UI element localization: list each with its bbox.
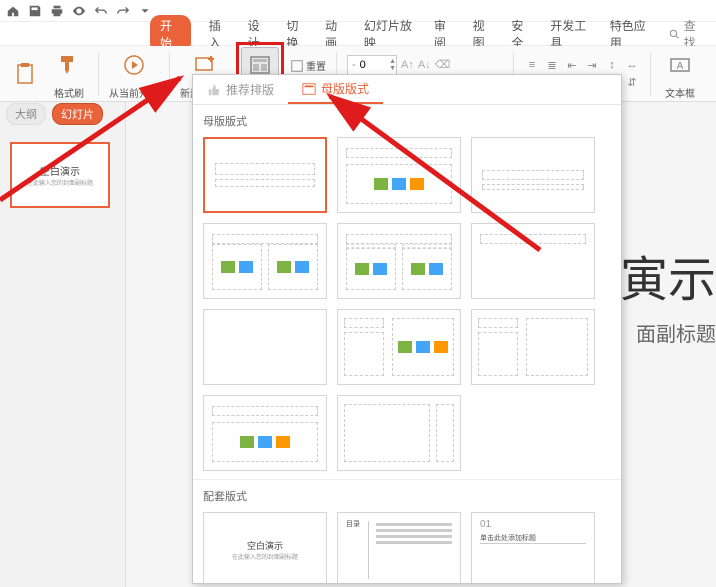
slide-thumbnail-1[interactable]: 空白演示 在此输入您的封面副标题 xyxy=(10,142,110,208)
dropdown-tab-master[interactable]: 母版版式 xyxy=(288,75,383,104)
play-icon[interactable] xyxy=(115,47,153,83)
tab-master-label: 母版版式 xyxy=(321,80,369,97)
layout-comparison[interactable] xyxy=(337,223,461,299)
reset-label: 重置 xyxy=(306,58,326,73)
undo-icon[interactable] xyxy=(94,4,108,18)
main-tabs: 开始 插入 设计 切换 动画 幻灯片放映 审阅 视图 安全 开发工具 特色应用 … xyxy=(0,22,716,46)
layout-content-caption[interactable] xyxy=(337,309,461,385)
outline-tab[interactable]: 大纲 xyxy=(6,103,46,125)
quick-access-toolbar xyxy=(0,0,716,22)
tab-recommend-label: 推荐排版 xyxy=(226,81,274,98)
text-direction-button[interactable]: ↔ xyxy=(624,59,640,72)
dropdown-tabs: 推荐排版 母版版式 xyxy=(193,75,621,105)
click-edit-label: 单击此处添加标题 xyxy=(480,533,536,543)
paste-icon[interactable] xyxy=(6,56,44,92)
font-size-spinner[interactable]: ▲▼ xyxy=(389,58,396,72)
separator xyxy=(650,52,651,96)
print-icon[interactable] xyxy=(50,4,64,18)
toc-label: 目录 xyxy=(346,519,360,529)
layout-title-content[interactable] xyxy=(337,137,461,213)
layout-vertical-text[interactable] xyxy=(203,395,327,471)
layout-blank[interactable] xyxy=(203,309,327,385)
layout-icon xyxy=(302,82,316,96)
thumb-subtitle: 在此输入您的封面副标题 xyxy=(27,178,93,187)
format-painter-icon[interactable] xyxy=(50,47,88,83)
dropdown-tab-recommend[interactable]: 推荐排版 xyxy=(193,75,288,104)
canvas-preview: 寅示 面副标题 xyxy=(620,240,716,347)
layout-title-only[interactable] xyxy=(471,223,595,299)
redo-icon[interactable] xyxy=(116,4,130,18)
separator xyxy=(169,52,170,96)
play-group[interactable]: 从当前开始 xyxy=(109,47,159,100)
font-size-input[interactable]: - ▲▼ xyxy=(347,55,397,75)
line-spacing-button[interactable]: ↕ xyxy=(604,59,620,72)
layout-picture-caption[interactable] xyxy=(471,309,595,385)
canvas-subtitle: 面副标题 xyxy=(620,318,716,347)
indent-inc-button[interactable]: ⇥ xyxy=(584,59,600,72)
slide-panel: 大纲 幻灯片 空白演示 在此输入您的封面副标题 xyxy=(0,102,126,587)
textbox-icon[interactable]: A xyxy=(661,47,699,83)
canvas-title: 寅示 xyxy=(620,240,716,310)
match-layouts-section: 配套版式 空白演示 在此输入您的封面副标题 目录 01 单击此处添加标题 单击此… xyxy=(193,479,621,584)
layout-title-slide[interactable] xyxy=(203,137,327,213)
font-size-field[interactable] xyxy=(356,59,384,71)
dropdown-icon[interactable] xyxy=(138,4,152,18)
num-label: 01 xyxy=(480,519,491,530)
decrease-font-icon[interactable]: A↓ xyxy=(418,59,431,71)
master-section-title: 母版版式 xyxy=(203,113,611,129)
home-icon[interactable] xyxy=(6,4,20,18)
increase-font-icon[interactable]: A↑ xyxy=(401,59,414,71)
match-section-title: 配套版式 xyxy=(203,488,611,504)
layout-two-content[interactable] xyxy=(203,223,327,299)
textbox-label: 文本框 xyxy=(665,85,695,100)
blank-sub: 在此输入您的封面副标题 xyxy=(232,552,298,561)
master-layout-grid xyxy=(203,137,611,471)
match-layout-numbered[interactable]: 01 单击此处添加标题 xyxy=(471,512,595,584)
svg-text:A: A xyxy=(677,61,684,72)
master-layouts-section: 母版版式 xyxy=(193,105,621,479)
format-painter-group[interactable]: 格式刷 xyxy=(50,47,88,100)
paste-group[interactable] xyxy=(6,56,44,92)
format-painter-label: 格式刷 xyxy=(54,85,84,100)
thumb-title: 空白演示 xyxy=(40,163,80,178)
layout-section-header[interactable] xyxy=(471,137,595,213)
textbox-group[interactable]: A 文本框 xyxy=(661,47,699,100)
save-icon[interactable] xyxy=(28,4,42,18)
separator xyxy=(98,52,99,96)
numbering-button[interactable]: ≣ xyxy=(544,59,560,72)
slide-panel-tabs: 大纲 幻灯片 xyxy=(0,102,125,126)
reset-button[interactable]: 重置 xyxy=(290,58,326,73)
thumbs-up-icon xyxy=(207,83,221,97)
layout-dropdown: 推荐排版 母版版式 母版版式 xyxy=(192,74,622,584)
align-vert-button[interactable]: ⇵ xyxy=(624,76,640,89)
bullets-button[interactable]: ≡ xyxy=(524,59,540,72)
layout-vertical-title[interactable] xyxy=(337,395,461,471)
preview-icon[interactable] xyxy=(72,4,86,18)
match-layout-blank[interactable]: 空白演示 在此输入您的封面副标题 xyxy=(203,512,327,584)
indent-dec-button[interactable]: ⇤ xyxy=(564,59,580,72)
from-start-label: 从当前开始 xyxy=(109,85,159,100)
blank-title: 空白演示 xyxy=(232,539,298,552)
match-layout-grid: 空白演示 在此输入您的封面副标题 目录 01 单击此处添加标题 单击此处编辑标题 xyxy=(203,512,611,584)
clear-format-icon[interactable]: ⌫ xyxy=(435,58,451,71)
match-layout-toc[interactable]: 目录 xyxy=(337,512,461,584)
slides-tab[interactable]: 幻灯片 xyxy=(52,103,103,125)
